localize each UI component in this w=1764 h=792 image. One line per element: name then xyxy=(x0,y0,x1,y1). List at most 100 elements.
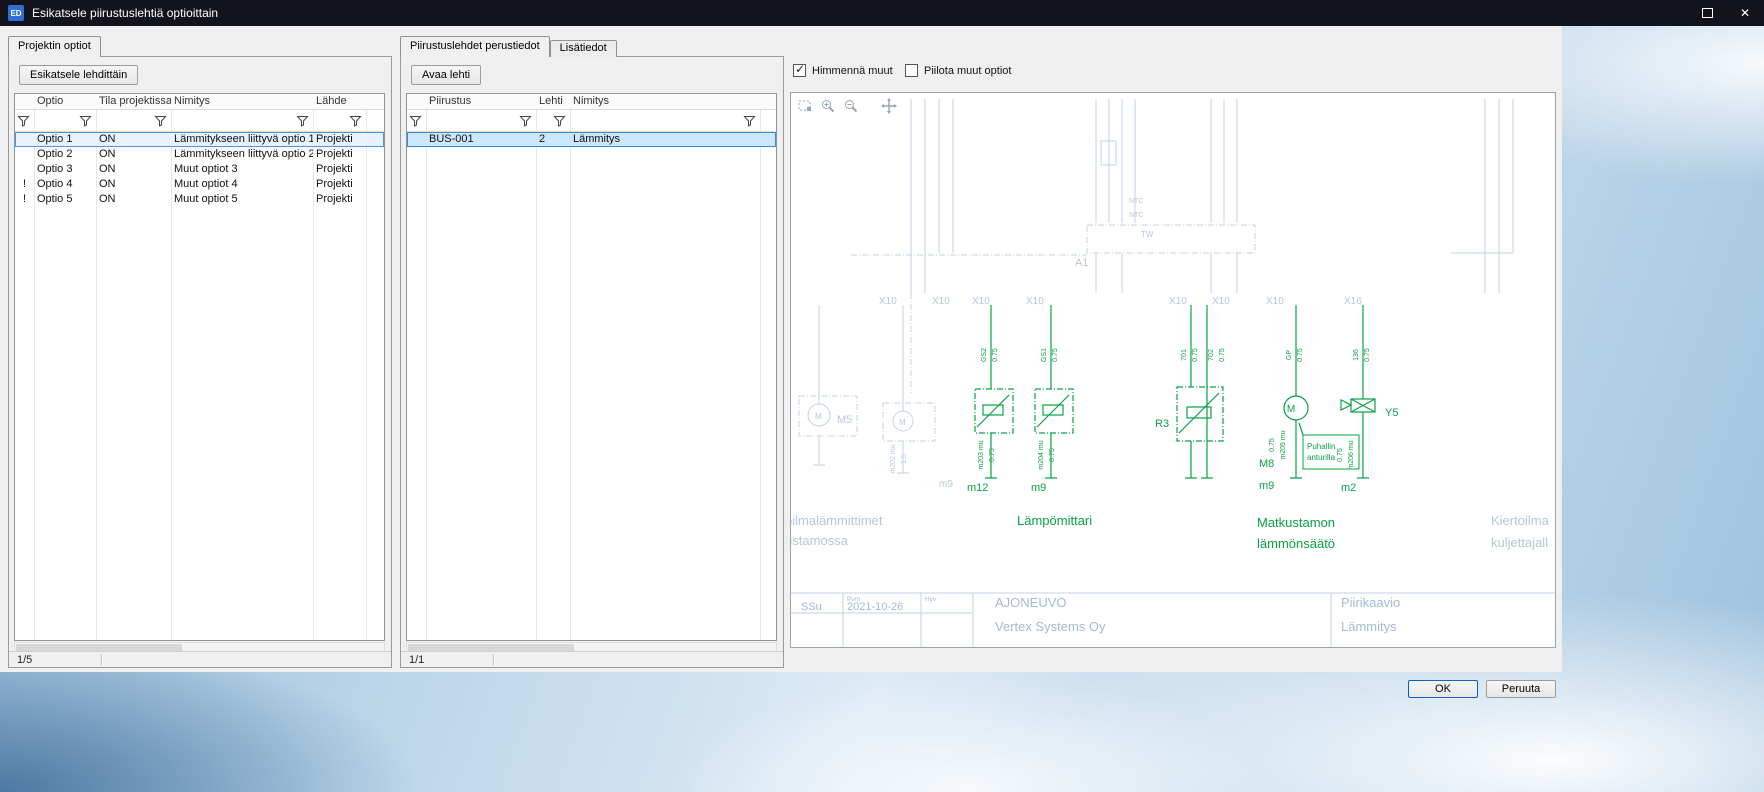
svg-text:Hyv: Hyv xyxy=(925,596,937,603)
svg-text:ustamossa: ustamossa xyxy=(791,533,849,548)
tab-lisatiedot[interactable]: Lisätiedot xyxy=(550,40,617,57)
checkbox-label: Himmennä muut xyxy=(812,65,893,77)
filter-icon[interactable] xyxy=(17,115,30,127)
svg-text:Puhallin: Puhallin xyxy=(1307,442,1335,451)
svg-text:R3: R3 xyxy=(1155,418,1169,430)
hide-other-options-checkbox[interactable]: ✓ Piilota muut optiot xyxy=(905,64,1011,77)
zoom-out-icon[interactable] xyxy=(843,98,859,114)
svg-text:Lämmitys: Lämmitys xyxy=(1341,619,1397,634)
table-row[interactable]: Optio 1 ON Lämmitykseen liittyvä optio 1… xyxy=(15,132,384,147)
svg-text:NTC: NTC xyxy=(1129,212,1143,219)
maximize-button[interactable] xyxy=(1688,0,1726,26)
table-row[interactable]: ! Optio 4 ON Muut optiot 4 Projekti xyxy=(15,177,384,192)
filter-icon[interactable] xyxy=(79,115,92,127)
svg-text:oilmalämmittimet: oilmalämmittimet xyxy=(791,513,883,528)
svg-text:0.75: 0.75 xyxy=(1269,438,1276,452)
svg-text:anturilla: anturilla xyxy=(1307,453,1336,462)
cancel-button[interactable]: Peruuta xyxy=(1486,680,1556,698)
options-filter-row xyxy=(15,110,384,132)
sheets-table-header: Piirustus Lehti Nimitys xyxy=(407,94,776,110)
svg-text:SSu: SSu xyxy=(801,601,822,613)
svg-text:X10: X10 xyxy=(932,296,950,307)
column-header-optio[interactable]: Optio xyxy=(34,94,96,109)
schematic-highlight-layer: M R3 Y5 M8 m9 m12 m9 m2 Puhallin anturil… xyxy=(967,305,1398,551)
close-icon: ✕ xyxy=(1740,6,1750,20)
checkbox-box: ✓ xyxy=(793,64,806,77)
filter-icon[interactable] xyxy=(296,115,309,127)
svg-text:kuljettajall: kuljettajall xyxy=(1491,535,1548,550)
sheets-tabstrip: Piirustuslehdet perustiedot Lisätiedot xyxy=(400,36,617,57)
svg-text:m204 mu: m204 mu xyxy=(1038,440,1045,469)
zoom-in-icon[interactable] xyxy=(820,98,836,114)
filter-icon[interactable] xyxy=(349,115,362,127)
svg-text:m203 mu: m203 mu xyxy=(978,440,985,469)
svg-text:1.5: 1.5 xyxy=(901,454,908,464)
svg-text:m202 mu: m202 mu xyxy=(890,444,897,473)
svg-text:m205 mu: m205 mu xyxy=(1280,430,1287,459)
checkbox-label: Piilota muut optiot xyxy=(924,65,1011,77)
table-row[interactable]: BUS-001 2 Lämmitys xyxy=(407,132,776,147)
column-header-nimitys[interactable]: Nimitys xyxy=(171,94,313,109)
table-row[interactable]: Optio 3 ON Muut optiot 3 Projekti xyxy=(15,162,384,177)
tab-perustiedot[interactable]: Piirustuslehdet perustiedot xyxy=(400,36,550,57)
window-title: Esikatsele piirustuslehtiä optioittain xyxy=(32,6,1688,20)
svg-text:0.75: 0.75 xyxy=(1049,448,1056,462)
column-header-nimitys[interactable]: Nimitys xyxy=(570,94,760,109)
checkbox-box: ✓ xyxy=(905,64,918,77)
svg-text:X10: X10 xyxy=(1169,296,1187,307)
svg-text:AJONEUVO: AJONEUVO xyxy=(995,595,1067,610)
preview-toolbar xyxy=(797,98,897,114)
svg-text:M: M xyxy=(1287,404,1295,415)
column-header-tila[interactable]: Tila projektissa xyxy=(96,94,171,109)
drawing-preview[interactable]: NTC NTC TW A1 M M M5 m9 m202 mu 1.5 X10 … xyxy=(790,92,1556,648)
svg-text:A1: A1 xyxy=(1075,257,1088,269)
record-count: 1/1 xyxy=(409,654,424,666)
left-tabstrip: Projektin optiot xyxy=(8,36,101,57)
svg-text:0.75: 0.75 xyxy=(1337,448,1344,462)
svg-text:0.75: 0.75 xyxy=(1297,348,1304,362)
schematic-drawing: NTC NTC TW A1 M M M5 m9 m202 mu 1.5 X10 … xyxy=(791,93,1555,647)
filter-icon[interactable] xyxy=(553,115,566,127)
svg-text:Matkustamon: Matkustamon xyxy=(1257,515,1335,530)
svg-text:0.75: 0.75 xyxy=(1192,348,1199,362)
maximize-icon xyxy=(1702,8,1713,18)
svg-text:M5: M5 xyxy=(837,414,852,426)
svg-text:136: 136 xyxy=(1353,349,1360,361)
svg-text:X10: X10 xyxy=(1266,296,1284,307)
preview-by-sheet-button[interactable]: Esikatsele lehdittäin xyxy=(19,65,138,85)
schematic-dimmed-layer: NTC NTC TW A1 M M M5 m9 m202 mu 1.5 X10 … xyxy=(791,99,1550,550)
options-table-header: Optio Tila projektissa Nimitys Lähde xyxy=(15,94,384,110)
dim-others-checkbox[interactable]: ✓ Himmennä muut xyxy=(793,64,893,77)
ok-button[interactable]: OK xyxy=(1408,680,1478,698)
table-row[interactable]: Optio 2 ON Lämmitykseen liittyvä optio 2… xyxy=(15,147,384,162)
svg-text:TW: TW xyxy=(1141,230,1154,239)
options-table: Optio Tila projektissa Nimitys Lähde Opt… xyxy=(14,93,385,641)
record-count: 1/5 xyxy=(17,654,32,666)
table-row[interactable]: ! Optio 5 ON Muut optiot 5 Projekti xyxy=(15,192,384,207)
sheets-panel: Avaa lehti Piirustus Lehti Nimitys xyxy=(400,56,784,668)
filter-icon[interactable] xyxy=(154,115,167,127)
close-button[interactable]: ✕ xyxy=(1726,0,1764,26)
svg-text:0.75: 0.75 xyxy=(992,348,999,362)
svg-text:M: M xyxy=(899,418,906,427)
svg-text:m12: m12 xyxy=(967,482,988,494)
pan-icon[interactable] xyxy=(881,98,897,114)
svg-text:m2: m2 xyxy=(1341,482,1356,494)
svg-text:X10: X10 xyxy=(1026,296,1044,307)
svg-text:m9: m9 xyxy=(1031,482,1046,494)
open-sheet-button[interactable]: Avaa lehti xyxy=(411,65,481,85)
sheets-statusbar: 1/1 xyxy=(401,651,783,667)
sheets-table: Piirustus Lehti Nimitys BUS-001 2 Lämmit… xyxy=(406,93,777,641)
filter-icon[interactable] xyxy=(743,115,756,127)
tab-projektin-optiot[interactable]: Projektin optiot xyxy=(8,36,101,57)
zoom-window-icon[interactable] xyxy=(797,98,813,114)
svg-text:X10: X10 xyxy=(879,296,897,307)
column-header-lahde[interactable]: Lähde xyxy=(313,94,366,109)
filter-icon[interactable] xyxy=(519,115,532,127)
filter-icon[interactable] xyxy=(409,115,422,127)
app-icon: ED xyxy=(8,5,24,21)
column-header-piirustus[interactable]: Piirustus xyxy=(426,94,536,109)
title-bar: ED Esikatsele piirustuslehtiä optioittai… xyxy=(0,0,1764,26)
svg-text:Vertex Systems Oy: Vertex Systems Oy xyxy=(995,619,1106,634)
column-header-lehti[interactable]: Lehti xyxy=(536,94,570,109)
